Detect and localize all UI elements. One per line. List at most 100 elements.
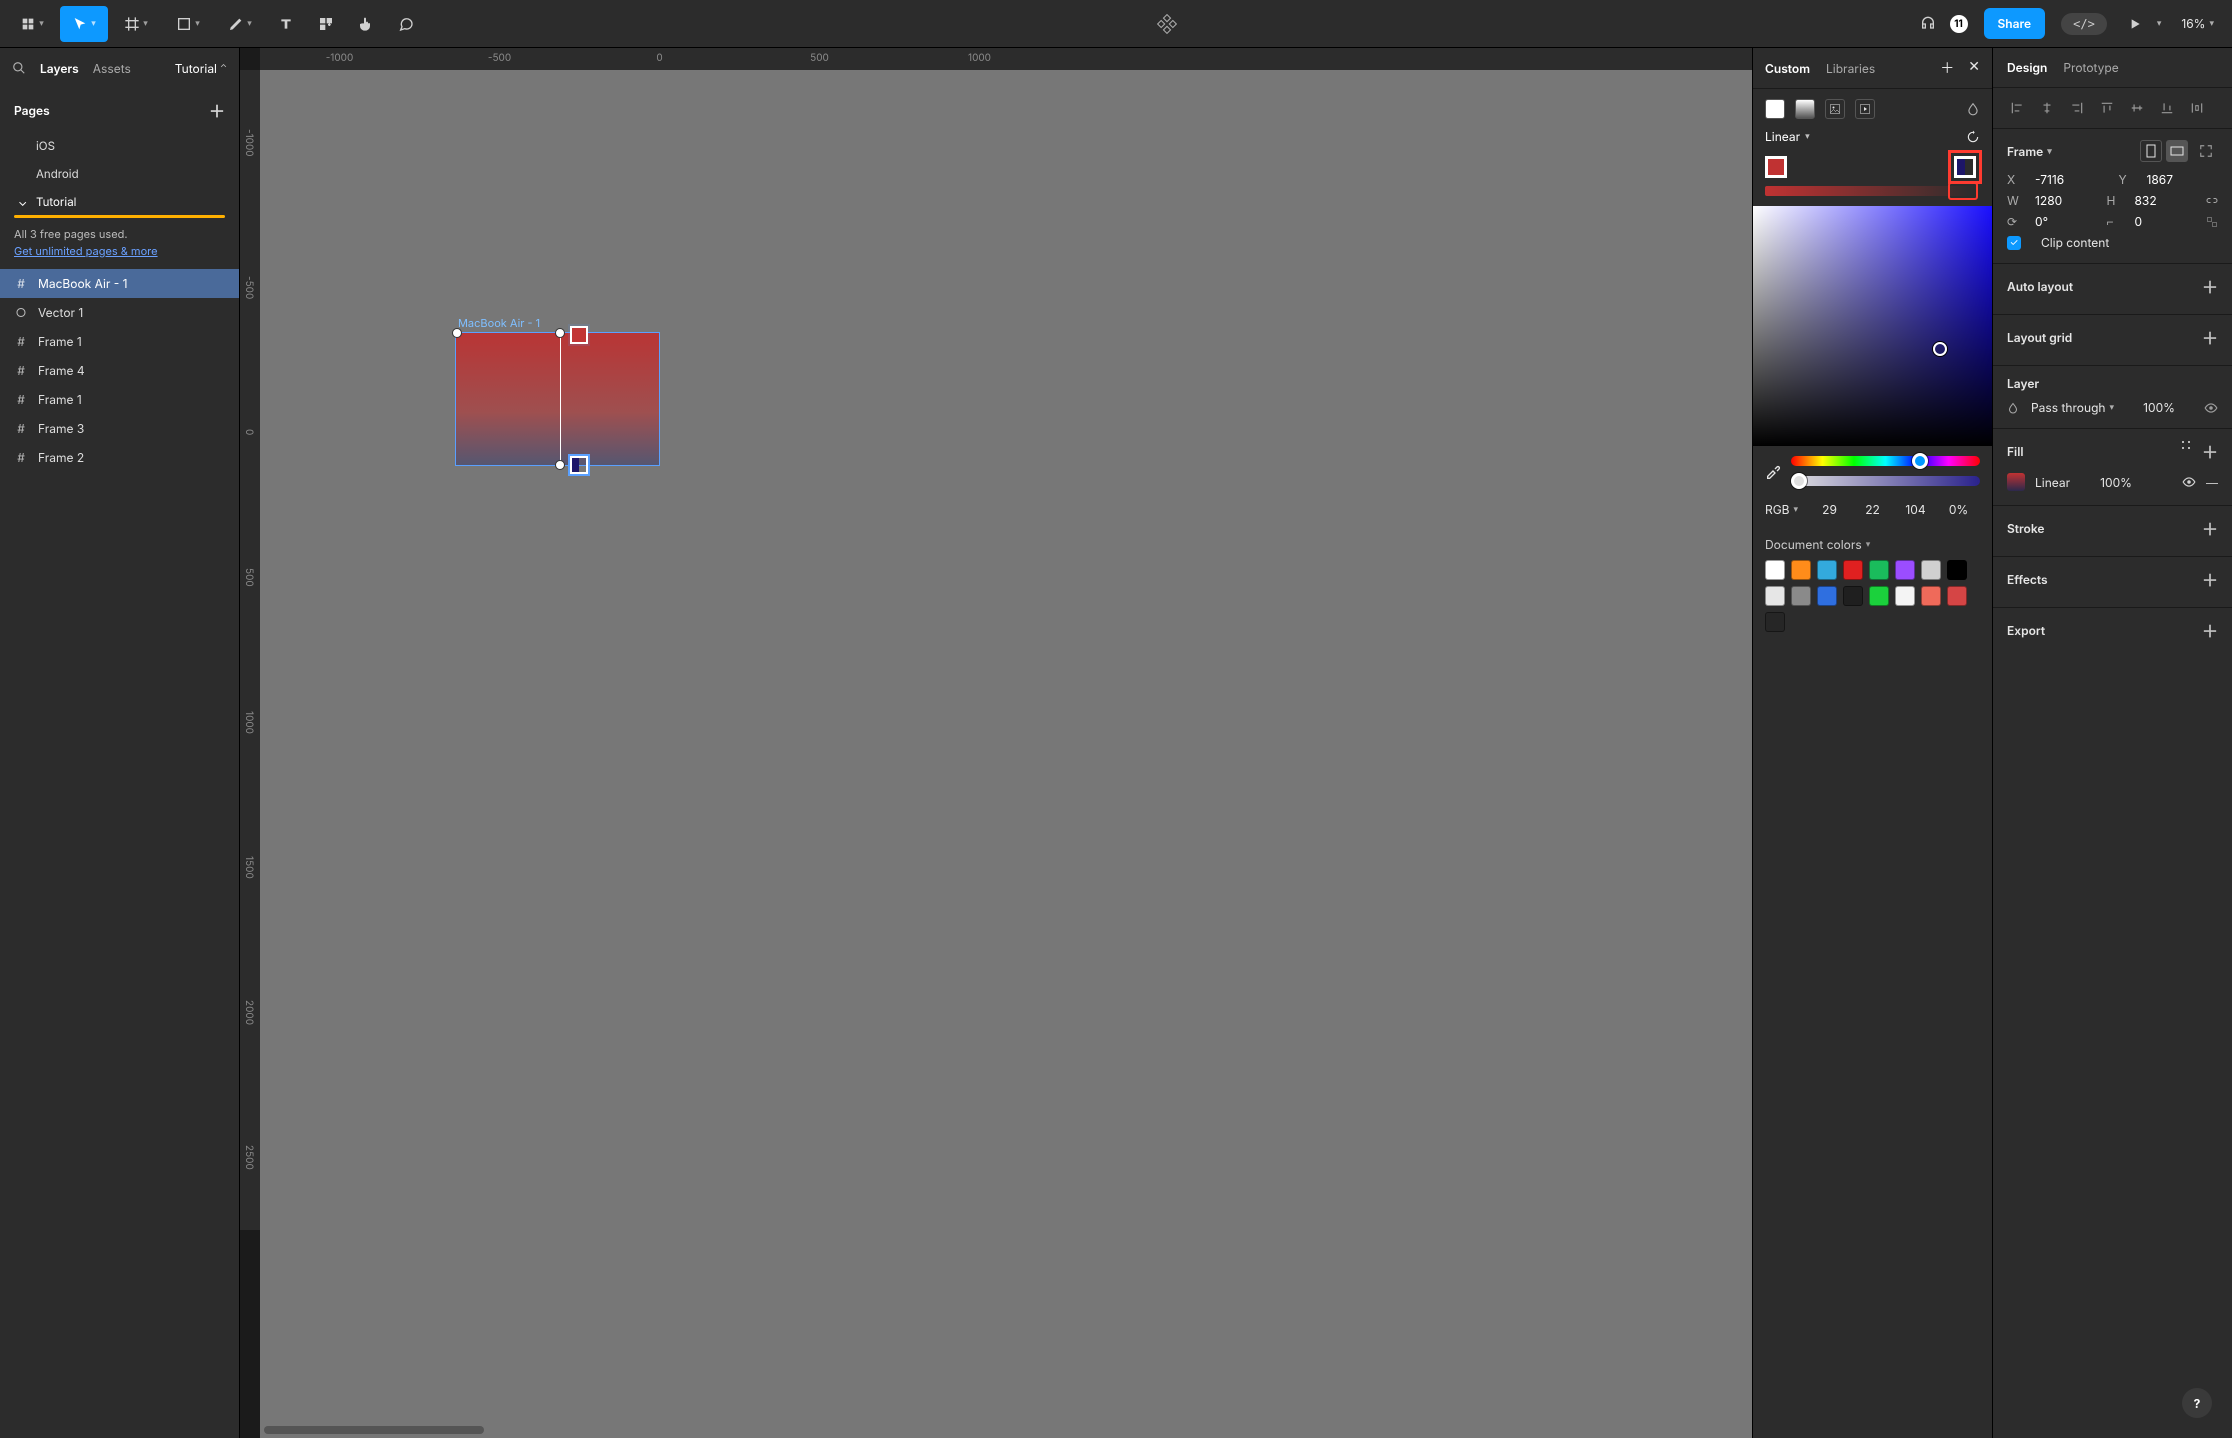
canvas-frame-label[interactable]: MacBook Air - 1 bbox=[458, 316, 540, 330]
search-icon[interactable] bbox=[12, 61, 26, 75]
text-tool[interactable] bbox=[268, 6, 304, 42]
add-export-button[interactable]: ＋ bbox=[2202, 618, 2218, 642]
blend-mode-dropdown[interactable]: Pass through▾ bbox=[2031, 400, 2114, 415]
doc-color-swatch[interactable] bbox=[1895, 586, 1915, 606]
layer-item[interactable]: # Frame 4 bbox=[0, 356, 239, 385]
present-button[interactable] bbox=[2117, 6, 2153, 42]
main-menu[interactable]: ▾ bbox=[8, 6, 56, 42]
doc-color-swatch[interactable] bbox=[1791, 586, 1811, 606]
alpha-slider[interactable] bbox=[1791, 476, 1980, 486]
link-wh-icon[interactable] bbox=[2206, 195, 2218, 207]
hue-slider[interactable] bbox=[1791, 456, 1980, 466]
doc-color-swatch[interactable] bbox=[1817, 560, 1837, 580]
doc-color-swatch[interactable] bbox=[1765, 560, 1785, 580]
layer-opacity[interactable]: 100% bbox=[2143, 400, 2175, 415]
shape-tool[interactable]: ▾ bbox=[164, 6, 212, 42]
upgrade-link[interactable]: Get unlimited pages & more bbox=[14, 244, 158, 258]
tab-custom[interactable]: Custom bbox=[1765, 61, 1810, 76]
dev-mode-toggle[interactable]: </> bbox=[2061, 13, 2107, 35]
resize-to-fit-icon[interactable] bbox=[2194, 139, 2218, 163]
align-left-icon[interactable] bbox=[2005, 96, 2029, 120]
fill-row[interactable]: Linear 100% — bbox=[2007, 469, 2218, 495]
blend-icon[interactable] bbox=[1966, 102, 1980, 116]
tab-layers[interactable]: Layers bbox=[40, 61, 79, 76]
align-right-icon[interactable] bbox=[2065, 96, 2089, 120]
hand-tool[interactable] bbox=[348, 6, 384, 42]
gradient-stop-swatch[interactable] bbox=[570, 456, 588, 474]
add-layout-grid-button[interactable]: ＋ bbox=[2202, 325, 2218, 349]
prop-h[interactable]: 832 bbox=[2135, 193, 2195, 208]
doc-color-swatch[interactable] bbox=[1843, 586, 1863, 606]
value-alpha[interactable]: 0% bbox=[1937, 502, 1980, 517]
align-top-icon[interactable] bbox=[2095, 96, 2119, 120]
canvas-viewport[interactable]: MacBook Air - 1 bbox=[260, 70, 1752, 1438]
doc-color-swatch[interactable] bbox=[1947, 586, 1967, 606]
comment-tool[interactable] bbox=[388, 6, 424, 42]
doc-color-swatch[interactable] bbox=[1921, 586, 1941, 606]
landscape-icon[interactable] bbox=[2166, 140, 2188, 162]
image-fill-icon[interactable] bbox=[1825, 99, 1845, 119]
tab-design[interactable]: Design bbox=[2007, 60, 2047, 75]
canvas[interactable]: -1000 -500 0 500 1000 -1000 -500 0 500 1… bbox=[240, 48, 1752, 1438]
tab-prototype[interactable]: Prototype bbox=[2063, 60, 2118, 75]
doc-color-swatch[interactable] bbox=[1791, 560, 1811, 580]
frame-dropdown[interactable]: Frame ▾ bbox=[2007, 144, 2052, 159]
canvas-scrollbar[interactable] bbox=[264, 1426, 484, 1434]
add-effect-button[interactable]: ＋ bbox=[2202, 567, 2218, 591]
add-fill-button[interactable]: ＋ bbox=[2202, 439, 2218, 463]
fill-swatch[interactable] bbox=[2007, 473, 2025, 491]
gradient-track[interactable] bbox=[1765, 186, 1974, 196]
gradient-stop-swatch[interactable] bbox=[570, 326, 588, 344]
prop-y[interactable]: 1867 bbox=[2147, 172, 2219, 187]
file-name-dropdown[interactable]: Tutorial ⌃ bbox=[175, 61, 227, 76]
solid-fill-icon[interactable] bbox=[1765, 99, 1785, 119]
orientation-toggle[interactable] bbox=[2140, 140, 2188, 162]
gradient-endpoint[interactable] bbox=[555, 460, 565, 470]
prop-radius[interactable]: 0 bbox=[2135, 214, 2195, 229]
video-fill-icon[interactable] bbox=[1855, 99, 1875, 119]
layer-item[interactable]: # Frame 2 bbox=[0, 443, 239, 472]
doc-color-swatch[interactable] bbox=[1817, 586, 1837, 606]
independent-corners-icon[interactable] bbox=[2206, 216, 2218, 228]
value-b[interactable]: 104 bbox=[1894, 502, 1937, 517]
distribute-icon[interactable] bbox=[2185, 96, 2209, 120]
doc-color-swatch[interactable] bbox=[1869, 560, 1889, 580]
page-item[interactable]: Android bbox=[0, 160, 239, 188]
align-hcenter-icon[interactable] bbox=[2035, 96, 2059, 120]
gradient-type-dropdown[interactable]: Linear ▾ bbox=[1765, 129, 1810, 144]
frame-tool[interactable]: ▾ bbox=[112, 6, 160, 42]
layer-item[interactable]: # Frame 1 bbox=[0, 385, 239, 414]
gradient-stops[interactable] bbox=[1765, 156, 1980, 202]
checkbox-checked-icon[interactable]: ✓ bbox=[2007, 236, 2021, 250]
visibility-icon[interactable] bbox=[2182, 475, 2196, 489]
add-page-button[interactable]: ＋ bbox=[209, 98, 225, 122]
gradient-stop-right[interactable] bbox=[1954, 156, 1976, 178]
add-stroke-button[interactable]: ＋ bbox=[2202, 516, 2218, 540]
color-field-cursor[interactable] bbox=[1933, 342, 1947, 356]
tab-assets[interactable]: Assets bbox=[93, 61, 131, 76]
layer-item[interactable]: # MacBook Air - 1 bbox=[0, 269, 239, 298]
styles-icon[interactable] bbox=[2180, 439, 2192, 463]
eyedropper-icon[interactable] bbox=[1765, 463, 1781, 479]
align-vcenter-icon[interactable] bbox=[2125, 96, 2149, 120]
doc-color-swatch[interactable] bbox=[1765, 586, 1785, 606]
resources-tool[interactable] bbox=[308, 6, 344, 42]
value-r[interactable]: 29 bbox=[1808, 502, 1851, 517]
prop-rotation[interactable]: 0° bbox=[2035, 214, 2095, 229]
visibility-icon[interactable] bbox=[2204, 401, 2218, 415]
slider-thumb[interactable] bbox=[1912, 453, 1928, 469]
doc-color-swatch[interactable] bbox=[1843, 560, 1863, 580]
share-button[interactable]: Share bbox=[1984, 8, 2046, 39]
prop-w[interactable]: 1280 bbox=[2035, 193, 2095, 208]
pen-tool[interactable]: ▾ bbox=[216, 6, 264, 42]
layer-item[interactable]: ○ Vector 1 bbox=[0, 298, 239, 327]
portrait-icon[interactable] bbox=[2140, 140, 2162, 162]
doc-color-swatch[interactable] bbox=[1921, 560, 1941, 580]
remove-fill-button[interactable]: — bbox=[2206, 475, 2218, 490]
doc-color-swatch[interactable] bbox=[1765, 612, 1785, 632]
slider-thumb[interactable] bbox=[1791, 473, 1807, 489]
page-item[interactable]: iOS bbox=[0, 132, 239, 160]
zoom-control[interactable]: 16% ▾ bbox=[2171, 16, 2224, 31]
gradient-endpoint[interactable] bbox=[555, 328, 565, 338]
color-field[interactable] bbox=[1753, 206, 1992, 446]
